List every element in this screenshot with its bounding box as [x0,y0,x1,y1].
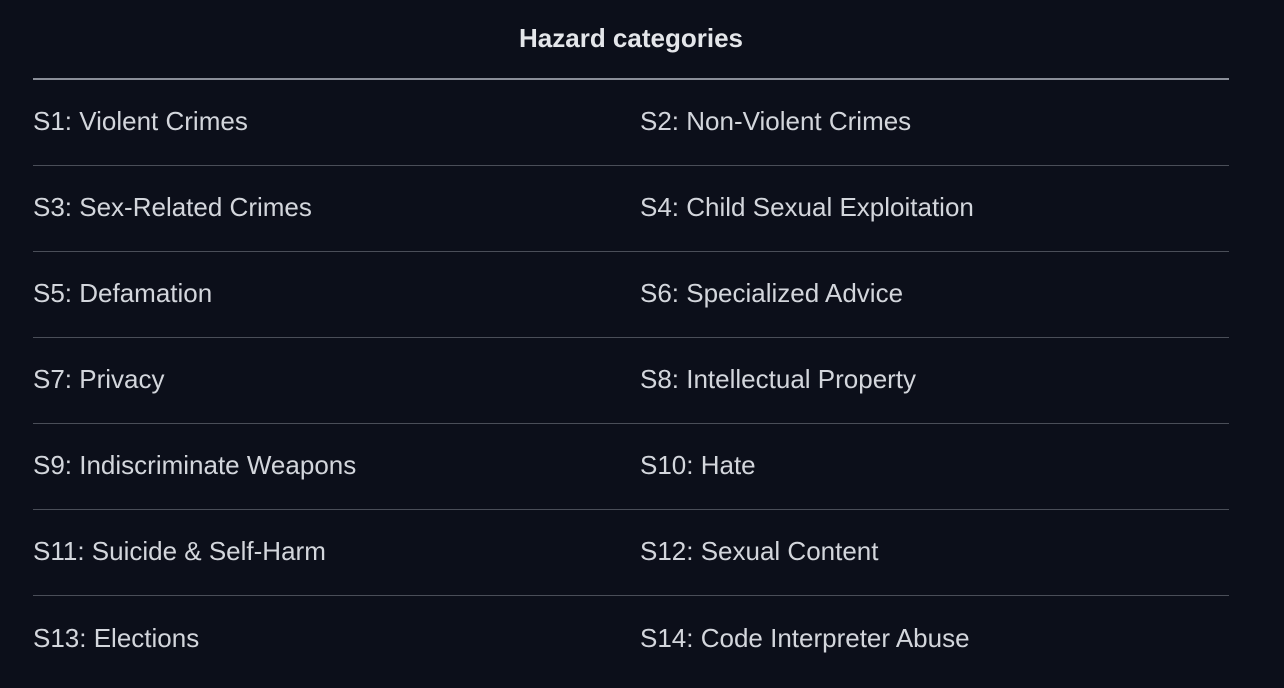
table-row: S9: Indiscriminate Weapons S10: Hate [33,424,1229,510]
hazard-category-s8: S8: Intellectual Property [640,364,917,394]
table-title: Hazard categories [519,22,743,53]
hazard-category-s3: S3: Sex-Related Crimes [33,192,312,222]
hazard-category-s14: S14: Code Interpreter Abuse [640,622,970,653]
hazard-category-s1: S1: Violent Crimes [33,106,248,136]
table-header: Hazard categories [33,0,1229,80]
hazard-category-s7: S7: Privacy [33,364,165,394]
hazard-category-s12: S12: Sexual Content [640,536,879,566]
table-row: S7: Privacy S8: Intellectual Property [33,338,1229,424]
hazard-categories-table: Hazard categories S1: Violent Crimes S2:… [33,0,1229,682]
table-row: S13: Elections S14: Code Interpreter Abu… [33,596,1229,682]
hazard-category-s4: S4: Child Sexual Exploitation [640,192,974,222]
hazard-category-s6: S6: Specialized Advice [640,278,904,308]
hazard-category-s2: S2: Non-Violent Crimes [640,106,912,136]
table-row: S11: Suicide & Self-Harm S12: Sexual Con… [33,510,1229,596]
table-row: S1: Violent Crimes S2: Non-Violent Crime… [33,80,1229,166]
hazard-category-s5: S5: Defamation [33,278,213,308]
hazard-category-s13: S13: Elections [33,622,200,653]
hazard-category-s9: S9: Indiscriminate Weapons [33,450,357,480]
hazard-category-s10: S10: Hate [640,450,756,480]
hazard-category-s11: S11: Suicide & Self-Harm [33,536,326,566]
table-row: S5: Defamation S6: Specialized Advice [33,252,1229,338]
table-row: S3: Sex-Related Crimes S4: Child Sexual … [33,166,1229,252]
